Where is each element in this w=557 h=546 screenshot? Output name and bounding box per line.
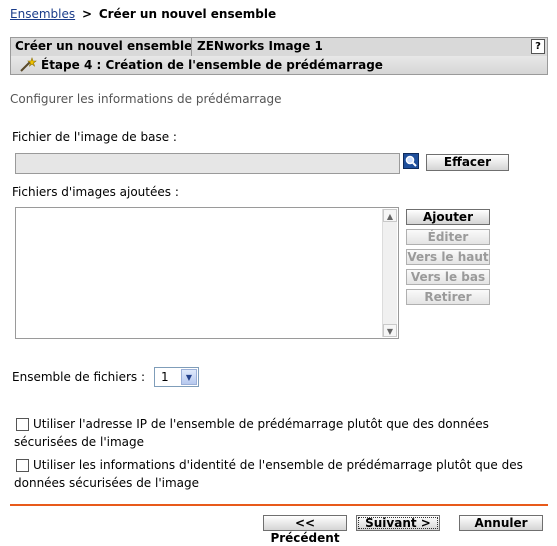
list-scrollbar[interactable]: ▲ ▼ — [382, 209, 397, 337]
next-button[interactable]: Suivant > — [356, 515, 440, 531]
browse-search-icon[interactable] — [403, 153, 419, 172]
add-button[interactable]: Ajouter — [406, 209, 490, 225]
breadcrumb-link-ensembles[interactable]: Ensembles — [10, 7, 75, 21]
checkbox-ip-label: Utiliser l'adresse IP de l'ensemble de p… — [14, 417, 489, 449]
wizard-step-row: Étape 4 : Création de l'ensemble de préd… — [11, 56, 547, 74]
base-image-field[interactable] — [15, 153, 400, 174]
remove-button[interactable]: Retirer — [406, 289, 490, 305]
previous-button[interactable]: << Précédent — [263, 515, 347, 545]
wizard-wand-icon — [20, 57, 37, 72]
file-set-select[interactable]: 1 ▼ — [154, 367, 199, 387]
file-set-value: 1 — [161, 370, 169, 384]
cancel-button[interactable]: Annuler — [459, 515, 543, 531]
wizard-title: Créer un nouvel ensemble — [15, 39, 193, 53]
added-images-list[interactable]: ▲ ▼ — [15, 207, 399, 339]
checkbox-identity: Utiliser les informations d'identité de … — [14, 456, 539, 492]
wizard-header-title-row: Créer un nouvel ensemble ZENworks Image … — [11, 38, 547, 57]
wizard-step-title: Étape 4 : Création de l'ensemble de préd… — [41, 58, 383, 72]
file-set-label: Ensemble de fichiers : — [12, 370, 145, 384]
move-down-button[interactable]: Vers le bas — [406, 269, 490, 285]
bundle-type: ZENworks Image 1 — [197, 39, 323, 53]
breadcrumb-separator: > — [81, 7, 92, 21]
footer-divider — [10, 504, 548, 506]
checkbox-ip-box[interactable] — [16, 418, 29, 431]
move-up-button[interactable]: Vers le haut — [406, 249, 490, 265]
edit-button[interactable]: Éditer — [406, 229, 490, 245]
header-divider — [191, 38, 192, 56]
wizard-header: Créer un nouvel ensemble ZENworks Image … — [10, 37, 548, 75]
added-images-label: Fichiers d'images ajoutées : — [12, 185, 179, 199]
scroll-up-icon[interactable]: ▲ — [383, 209, 397, 222]
chevron-down-icon[interactable]: ▼ — [181, 369, 197, 385]
breadcrumb-current: Créer un nouvel ensemble — [98, 7, 277, 21]
breadcrumb: Ensembles > Créer un nouvel ensemble — [10, 7, 276, 21]
clear-button[interactable]: Effacer — [426, 154, 509, 171]
page-subtitle: Configurer les informations de prédémarr… — [10, 92, 282, 106]
help-icon[interactable]: ? — [531, 39, 545, 54]
checkbox-ip: Utiliser l'adresse IP de l'ensemble de p… — [14, 415, 539, 451]
checkbox-identity-box[interactable] — [16, 459, 29, 472]
scroll-down-icon[interactable]: ▼ — [383, 324, 397, 337]
base-image-label: Fichier de l'image de base : — [12, 130, 177, 144]
checkbox-identity-label: Utiliser les informations d'identité de … — [14, 458, 523, 490]
